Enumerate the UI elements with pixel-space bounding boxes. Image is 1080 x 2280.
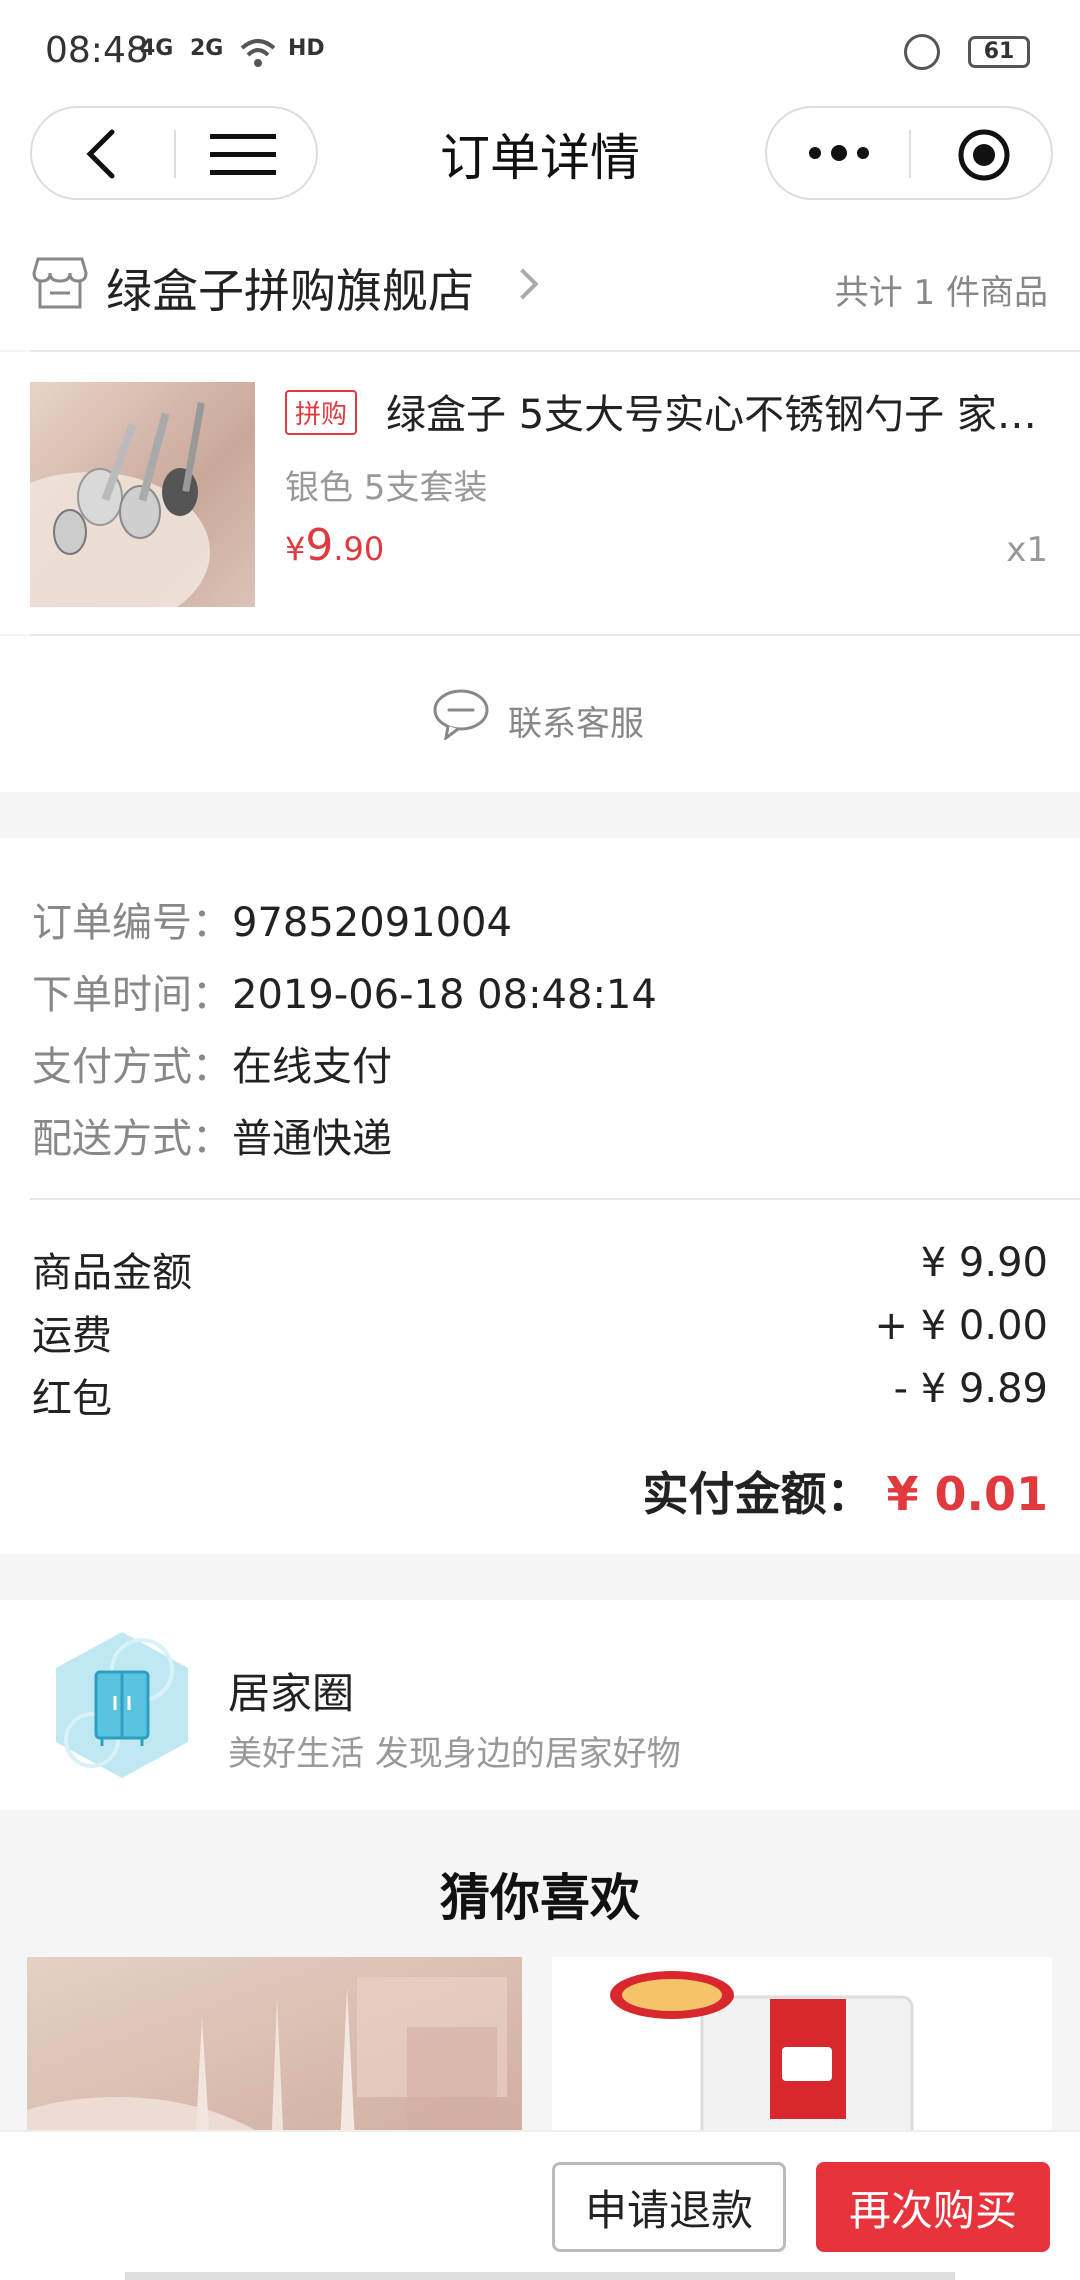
battery-indicator: 61 bbox=[968, 36, 1030, 68]
product-item[interactable]: 拼购 绿盒子 5支大号实心不锈钢勺子 家用汤勺 银色 5支套装 ¥9.90 x1 bbox=[0, 352, 1080, 634]
bottom-action-bar: 申请退款 再次购买 bbox=[0, 2130, 1080, 2280]
info-key: 下单时间： bbox=[32, 972, 232, 1018]
goods-amount-row: 商品金额 ¥ 9.90 bbox=[32, 1240, 1048, 1298]
contact-service-label[interactable]: 联系客服 bbox=[508, 696, 644, 745]
nav-bar: 订单详情 bbox=[0, 100, 1080, 225]
delivery-method-row: 配送方式：普通快递 bbox=[32, 1106, 392, 1164]
amount-value: + ¥ 0.00 bbox=[874, 1303, 1048, 1349]
info-key: 配送方式： bbox=[32, 1116, 232, 1162]
buy-again-button[interactable]: 再次购买 bbox=[816, 2162, 1050, 2252]
lock-rotation-icon bbox=[904, 34, 940, 70]
group-buy-tag: 拼购 bbox=[285, 390, 358, 435]
store-name[interactable]: 绿盒子拼购旗舰店 bbox=[106, 255, 474, 321]
info-key: 支付方式： bbox=[32, 1044, 232, 1090]
home-circle-icon bbox=[56, 1632, 188, 1778]
product-quantity: x1 bbox=[1006, 530, 1048, 570]
amount-key: 商品金额 bbox=[32, 1250, 192, 1296]
amount-key: 运费 bbox=[32, 1313, 112, 1359]
product-price: ¥9.90 bbox=[285, 520, 384, 571]
product-spec: 银色 5支套装 bbox=[285, 468, 488, 508]
shipping-row: 运费 + ¥ 0.00 bbox=[32, 1303, 1048, 1361]
red-packet-row: 红包 - ¥ 9.89 bbox=[32, 1366, 1048, 1424]
store-header[interactable]: 绿盒子拼购旗舰店 共计 1 件商品 bbox=[0, 225, 1080, 350]
home-indicator bbox=[125, 2272, 955, 2280]
store-icon bbox=[32, 257, 88, 309]
info-value: 在线支付 bbox=[232, 1044, 392, 1090]
divider bbox=[30, 1198, 1080, 1200]
more-icon[interactable] bbox=[807, 138, 871, 168]
product-image[interactable] bbox=[30, 382, 255, 607]
close-miniprogram-icon[interactable] bbox=[957, 128, 1011, 182]
chat-icon bbox=[433, 689, 489, 740]
amount-key: 红包 bbox=[32, 1376, 112, 1422]
total-paid: 实付金额： ¥ 0.01 bbox=[642, 1458, 1048, 1524]
info-key: 订单编号： bbox=[32, 900, 232, 946]
status-bar: 08:48 4G 2G HD 61 bbox=[0, 0, 1080, 100]
price-symbol: ¥ bbox=[285, 530, 306, 568]
total-value: ¥ 0.01 bbox=[886, 1467, 1048, 1521]
contact-service[interactable]: 联系客服 bbox=[0, 636, 1080, 792]
nav-capsule-right bbox=[765, 106, 1053, 200]
wifi-icon bbox=[240, 39, 276, 67]
home-circle-banner[interactable]: 居家圈 美好生活 发现身边的居家好物 bbox=[0, 1600, 1080, 1810]
product-title[interactable]: 绿盒子 5支大号实心不锈钢勺子 家用汤勺 bbox=[386, 382, 1050, 440]
network-4g: 4G bbox=[140, 36, 174, 61]
item-count: 共计 1 件商品 bbox=[834, 273, 1048, 313]
info-value: 普通快递 bbox=[232, 1116, 392, 1162]
capsule-divider bbox=[909, 130, 911, 178]
payment-method-row: 支付方式：在线支付 bbox=[32, 1034, 392, 1092]
chevron-right-icon bbox=[507, 268, 539, 300]
amount-value: ¥ 9.90 bbox=[920, 1240, 1048, 1286]
recommend-title: 猜你喜欢 bbox=[440, 1869, 640, 1927]
price-integer: 9 bbox=[305, 520, 334, 571]
info-value: 97852091004 bbox=[232, 900, 512, 946]
total-label: 实付金额： bbox=[642, 1467, 873, 1521]
order-number-row: 订单编号：97852091004 bbox=[32, 890, 512, 948]
status-time: 08:48 bbox=[45, 30, 149, 71]
info-value: 2019-06-18 08:48:14 bbox=[232, 972, 657, 1018]
refund-button[interactable]: 申请退款 bbox=[552, 2162, 786, 2252]
hd-badge: HD bbox=[288, 36, 325, 61]
circle-subtitle: 美好生活 发现身边的居家好物 bbox=[228, 1734, 681, 1774]
network-2g: 2G bbox=[190, 36, 224, 61]
order-info-section: 订单编号：97852091004 下单时间：2019-06-18 08:48:1… bbox=[0, 838, 1080, 1554]
order-time-row: 下单时间：2019-06-18 08:48:14 bbox=[32, 962, 657, 1020]
amount-value: - ¥ 9.89 bbox=[893, 1366, 1048, 1412]
price-decimal: .90 bbox=[333, 530, 385, 568]
circle-title[interactable]: 居家圈 bbox=[228, 1660, 354, 1721]
